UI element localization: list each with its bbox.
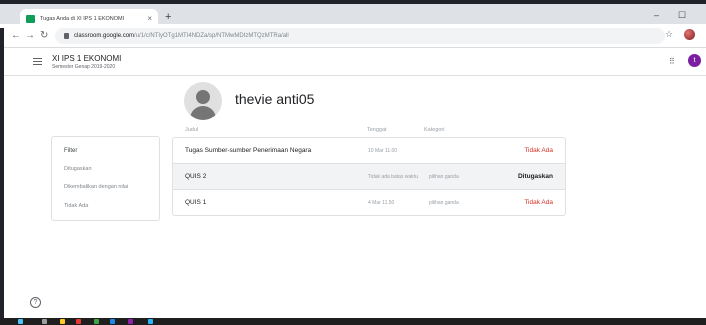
table-row[interactable]: QUIS 2 Tidak ada batas waktu pilihan gan… bbox=[173, 164, 565, 190]
assignment-status: Tidak Ada bbox=[524, 147, 553, 154]
browser-tabstrip: Tugas Anda di XI IPS 1 EKONOMI × + – ☐ bbox=[0, 0, 706, 28]
assignment-table: Tugas Sumber-sumber Penerimaan Negara 10… bbox=[172, 137, 566, 216]
class-title[interactable]: XI IPS 1 EKONOMI bbox=[52, 54, 121, 63]
filter-panel: Filter Ditugaskan Dikembalikan dengan ni… bbox=[51, 136, 160, 221]
browser-toolbar: ← → ↻ classroom.google.com /u/1/c/NTIyOT… bbox=[0, 24, 706, 48]
filter-option-assigned[interactable]: Ditugaskan bbox=[64, 166, 92, 172]
url-path: /u/1/c/NTIyOTg1MTI4NDZa/sp/NTMwMDIzMTQzM… bbox=[134, 33, 289, 39]
app-icon[interactable] bbox=[76, 319, 81, 324]
column-header-due: Tenggat bbox=[367, 127, 387, 133]
filter-option-missing[interactable]: Tidak Ada bbox=[64, 203, 88, 209]
table-row[interactable]: Tugas Sumber-sumber Penerimaan Negara 10… bbox=[173, 138, 565, 164]
screen: Tugas Anda di XI IPS 1 EKONOMI × + – ☐ ←… bbox=[0, 0, 706, 325]
column-header-category: Kategori bbox=[424, 127, 445, 133]
reload-icon[interactable]: ↻ bbox=[40, 30, 48, 41]
class-subtitle: Semester Genap 2019-2020 bbox=[52, 64, 116, 70]
table-row[interactable]: QUIS 1 4 Mar 11.50 pilihan ganda Tidak A… bbox=[173, 190, 565, 215]
assignment-due: 4 Mar 11.50 bbox=[368, 200, 395, 206]
filter-option-returned[interactable]: Dikembalikan dengan nilai bbox=[64, 184, 128, 190]
url-host: classroom.google.com bbox=[74, 33, 135, 39]
maximize-button[interactable]: ☐ bbox=[678, 10, 686, 20]
windows-start-icon[interactable] bbox=[18, 319, 23, 324]
assignment-title[interactable]: Tugas Sumber-sumber Penerimaan Negara bbox=[185, 147, 311, 154]
address-bar[interactable]: classroom.google.com /u/1/c/NTIyOTg1MTI4… bbox=[55, 28, 665, 44]
forward-arrow-icon[interactable]: → bbox=[25, 30, 35, 41]
left-edge-strip bbox=[0, 28, 4, 318]
assignment-category: pilihan ganda bbox=[429, 200, 459, 206]
lock-icon bbox=[64, 33, 69, 39]
student-avatar-icon bbox=[184, 82, 222, 120]
assignment-title[interactable]: QUIS 2 bbox=[185, 173, 206, 180]
assignment-status: Tidak Ada bbox=[524, 199, 553, 206]
os-taskbar bbox=[0, 318, 706, 325]
assignment-due: Tidak ada batas waktu bbox=[368, 174, 418, 180]
back-arrow-icon[interactable]: ← bbox=[11, 30, 21, 41]
hamburger-menu-icon[interactable] bbox=[33, 58, 42, 65]
new-tab-button[interactable]: + bbox=[165, 11, 171, 23]
help-icon[interactable]: ? bbox=[30, 297, 41, 308]
chrome-icon[interactable] bbox=[94, 319, 99, 324]
tab-title: Tugas Anda di XI IPS 1 EKONOMI bbox=[40, 15, 125, 22]
bookmark-star-icon[interactable]: ☆ bbox=[665, 29, 673, 40]
classroom-favicon-icon bbox=[26, 14, 35, 23]
app-icon[interactable] bbox=[110, 319, 115, 324]
account-avatar[interactable]: t bbox=[688, 54, 701, 67]
classroom-header: XI IPS 1 EKONOMI Semester Genap 2019-202… bbox=[0, 48, 706, 76]
browser-profile-avatar[interactable] bbox=[684, 29, 695, 40]
search-icon[interactable] bbox=[42, 319, 47, 324]
app-icon[interactable] bbox=[148, 319, 153, 324]
student-name: thevie anti05 bbox=[235, 91, 315, 107]
filter-title: Filter bbox=[64, 148, 78, 154]
assignment-title[interactable]: QUIS 1 bbox=[185, 199, 206, 206]
apps-grid-icon[interactable]: ⠿ bbox=[669, 57, 675, 66]
app-icon[interactable] bbox=[128, 319, 133, 324]
minimize-button[interactable]: – bbox=[654, 10, 659, 20]
column-header-title: Judul bbox=[185, 127, 199, 133]
assignment-due: 10 Mar 11.00 bbox=[368, 148, 398, 154]
tab-close-icon[interactable]: × bbox=[147, 14, 152, 23]
assignment-category: pilihan ganda bbox=[429, 174, 459, 180]
assignment-status: Ditugaskan bbox=[517, 173, 553, 180]
file-explorer-icon[interactable] bbox=[60, 319, 65, 324]
